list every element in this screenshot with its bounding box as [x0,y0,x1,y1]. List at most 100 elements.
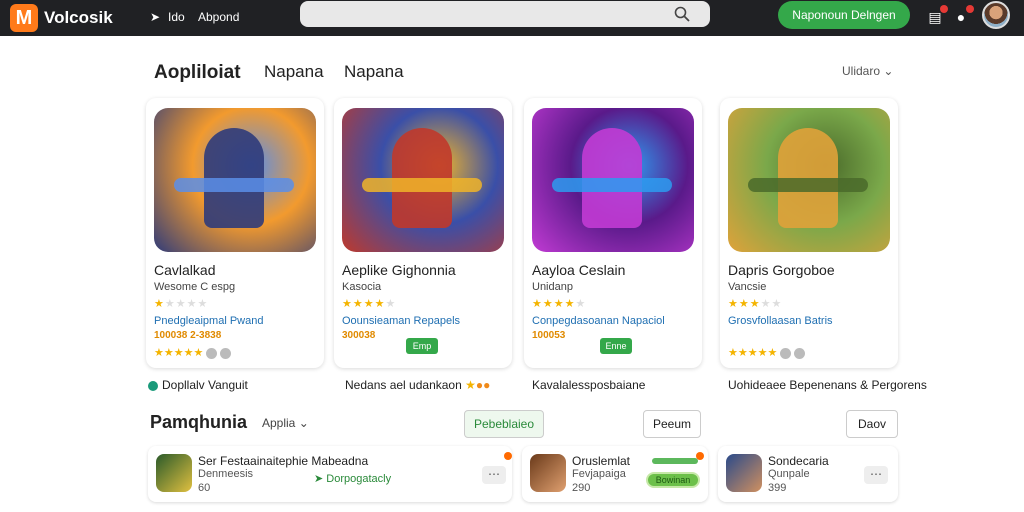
card-caption[interactable]: Uohideaee Bepenenans & Pergorens [728,378,927,392]
progress-bar [652,458,698,464]
app-title[interactable]: Cavlalkad [154,262,215,278]
cart-icon[interactable]: ▤ [926,5,948,26]
list-item[interactable]: Oruslemlat Fevjapaiga 290 Bowinan [522,446,708,502]
notification-dot [966,5,974,13]
nav-link-2[interactable]: Abpond [198,10,239,24]
developer-name[interactable]: Grosvfollaasan Batris [728,315,833,327]
app-title[interactable]: Dapris Gorgoboe [728,262,835,278]
weapon-shape [552,178,672,192]
sort-label: Ulidaro [842,64,881,78]
emoji-icon: ●● [475,378,491,392]
weapon-shape [174,178,294,192]
link-label: Dorpogatacly [326,473,392,485]
card-caption[interactable]: Dopllalv Vanguit [148,378,248,392]
list-item-subtitle: Qunpale [768,468,810,480]
app-artwork[interactable] [728,108,890,252]
app-subtitle: Vancsie [728,281,767,293]
search-icon[interactable] [674,6,690,22]
user-avatar[interactable] [982,1,1010,29]
nav-link-1[interactable]: Ido [168,10,185,24]
app-title[interactable]: Aeplike Gighonnia [342,262,456,278]
card-caption[interactable]: Kavalalessposbaiane [532,378,645,392]
star-rating: ★★★★★ [728,298,783,310]
app-subtitle: Unidanp [532,281,573,293]
home-icon[interactable]: ➤ [150,10,160,24]
list-item-title: Sondecaria [768,454,829,468]
section-title: Pamqhunia [150,412,248,432]
list-item-meta: 290 [572,482,591,494]
caption-text: Nedans ael udankaon [345,378,462,392]
app-thumbnail [530,454,566,492]
chevron-down-icon: ⌄ [883,64,894,78]
get-button[interactable]: Enne [600,338,632,354]
notification-dot [504,452,512,460]
tab-third[interactable]: Napana [344,62,404,82]
pill-button-1[interactable]: Pebeblaieo [464,410,544,438]
app-card[interactable]: Aeplike Gighonnia Kasocia ★★★★★ Oounsiea… [334,98,512,368]
arrow-icon: ➤ [314,473,324,485]
caption-text: Dopllalv Vanguit [162,378,248,392]
app-thumbnail [156,454,192,492]
filter-dropdown[interactable]: Applia ⌄ [262,416,309,430]
app-artwork[interactable] [532,108,694,252]
install-button[interactable]: Bowinan [646,472,700,488]
pill-button-2[interactable]: Peeum [643,410,701,438]
pill-button-3[interactable]: Daov [846,410,898,438]
star-rating: ★★★★★ [342,298,397,310]
developer-name[interactable]: Conpegdasoanan Napaciol [532,315,665,327]
badge-icon [206,347,218,359]
notification-dot [940,5,948,13]
tab-second[interactable]: Napana [264,62,324,82]
app-artwork[interactable] [154,108,316,252]
app-thumbnail [726,454,762,492]
list-item-title: Oruslemlat [572,454,631,468]
app-subtitle: Wesome C espg [154,281,236,293]
badge-icon [794,347,806,359]
caption-text: Uohideaee Bepenenans & Pergorens [728,378,927,392]
star-icon: ★ [465,378,476,392]
list-item-title: Ser Festaainaitephie Mabeadna [198,454,369,468]
app-title[interactable]: Aayloa Ceslain [532,262,625,278]
caption-text: Kavalalessposbaiane [532,378,646,392]
app-logo[interactable]: M [10,4,38,32]
list-item-subtitle: Denmeesis [198,468,254,480]
primary-action-button[interactable]: Naponoun Delngen [778,1,910,29]
app-card[interactable]: Dapris Gorgoboe Vancsie ★★★★★ Grosvfolla… [720,98,898,368]
weapon-shape [748,178,868,192]
secondary-rating: ★★★★★ [154,346,232,359]
secondary-rating: ★★★★★ [728,346,806,359]
more-options-icon[interactable]: ⋯ [864,466,888,484]
app-price: 100053 [532,330,566,341]
weapon-shape [362,178,482,192]
list-item[interactable]: Ser Festaainaitephie Mabeadna Denmeesis … [148,446,512,502]
app-subtitle: Kasocia [342,281,382,293]
star-rating: ★★★★★ [154,298,209,310]
search-input[interactable] [300,1,710,27]
top-bar: M Volcosik ➤ Ido Abpond Naponoun Delngen… [0,0,1024,36]
sort-dropdown[interactable]: Ulidaro ⌄ [842,64,893,78]
list-item-subtitle: Fevjapaiga [572,468,626,480]
developer-name[interactable]: Pnedgleaipmal Pwand [154,315,263,327]
app-artwork[interactable] [342,108,504,252]
card-caption[interactable]: Nedans ael udankaon ★●● [345,378,490,392]
badge-icon [220,347,232,359]
developer-name[interactable]: Oounsieaman Repapels [342,315,460,327]
notification-dot [696,452,704,460]
app-card[interactable]: Cavlalkad Wesome C espg ★★★★★ Pnedgleaip… [146,98,324,368]
get-button[interactable]: Emp [406,338,438,354]
filter-label: Applia [262,416,296,430]
app-card[interactable]: Aayloa Ceslain Unidanp ★★★★★ Conpegdasoa… [524,98,702,368]
verified-icon [148,380,158,391]
list-item-link[interactable]: ➤ Dorpogatacly [314,472,391,485]
brand-name[interactable]: Volcosik [44,8,113,28]
tab-applications[interactable]: Aopliloiat [154,62,241,84]
app-price: 100038 2-3838 [154,330,222,341]
more-options-icon[interactable]: ⋯ [482,466,506,484]
star-rating: ★★★★★ [532,298,587,310]
list-item[interactable]: Sondecaria Qunpale 399 ⋯ [718,446,898,502]
chevron-down-icon: ⌄ [298,416,309,430]
app-price: 300038 [342,330,376,341]
bell-icon[interactable]: ● [952,5,974,26]
badge-icon [780,347,792,359]
list-item-meta: 60 [198,482,211,494]
